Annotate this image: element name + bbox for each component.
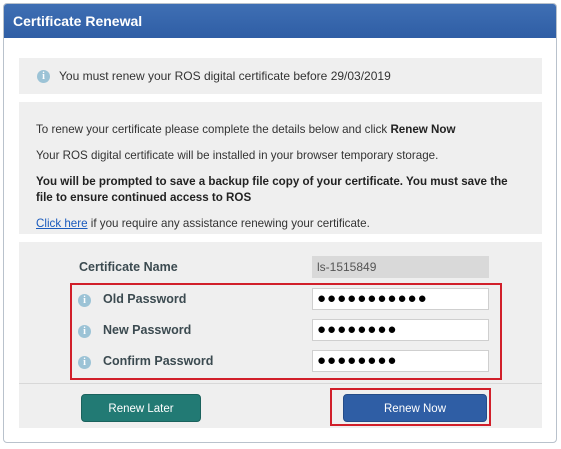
dialog-title: Certificate Renewal <box>4 4 556 38</box>
renew-later-button[interactable]: Renew Later <box>81 394 201 422</box>
certificate-name-label: Certificate Name <box>79 260 178 274</box>
instruction-line-3: You will be prompted to save a backup fi… <box>36 174 526 206</box>
renewal-notice: i You must renew your ROS digital certifi… <box>19 58 542 94</box>
renew-now-button[interactable]: Renew Now <box>343 394 487 422</box>
instruction-renew-now-text: Renew Now <box>390 123 456 136</box>
help-text: if you require any assistance renewing y… <box>87 217 370 230</box>
renewal-form: Certificate Name ls-1515849 i Old Passwo… <box>19 242 542 428</box>
certificate-name-field: ls-1515849 <box>312 256 489 278</box>
instructions-panel: To renew your certificate please complet… <box>19 102 542 234</box>
certificate-name-row: Certificate Name ls-1515849 <box>19 256 542 280</box>
instruction-line-1: To renew your certificate please complet… <box>36 122 526 138</box>
footer-divider <box>19 383 542 384</box>
backup-warning-text: You will be prompted to save a backup fi… <box>36 175 508 204</box>
info-icon: i <box>37 70 50 84</box>
help-link[interactable]: Click here <box>36 217 88 230</box>
password-fields-highlight <box>70 283 502 380</box>
notice-text: You must renew your ROS digital certific… <box>59 69 391 83</box>
instruction-line-4: Click here if you require any assistance… <box>36 216 526 232</box>
certificate-renewal-dialog: Certificate Renewal i You must renew your… <box>3 3 557 443</box>
instruction-text: To renew your certificate please complet… <box>36 123 391 136</box>
instruction-line-2: Your ROS digital certificate will be ins… <box>36 149 439 162</box>
